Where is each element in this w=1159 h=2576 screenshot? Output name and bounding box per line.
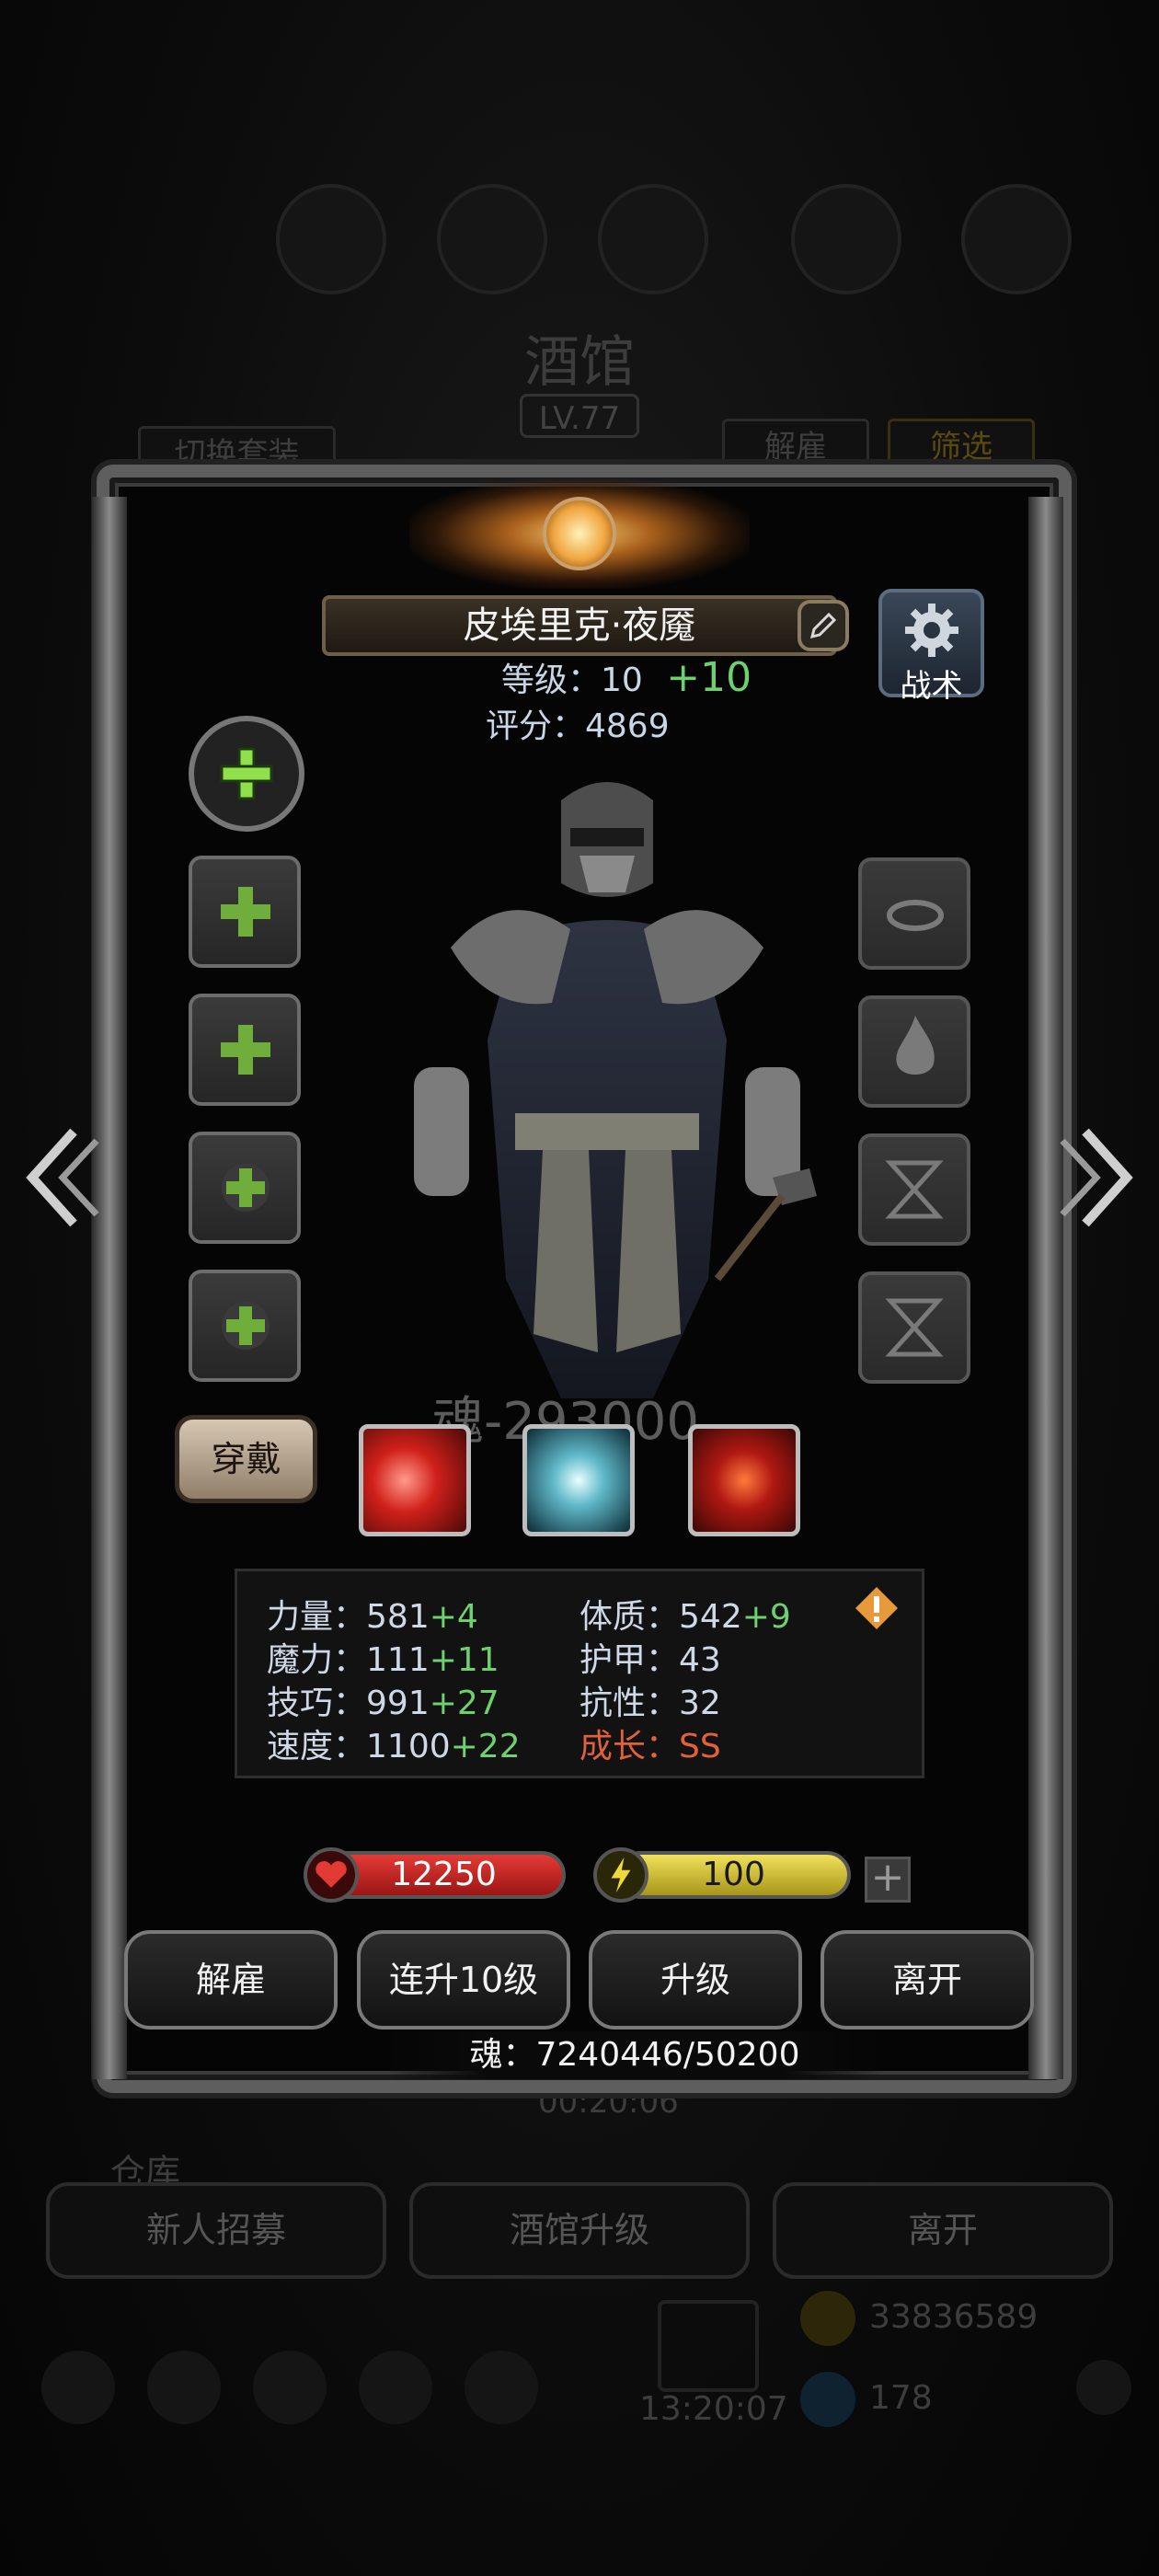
dismiss-button[interactable]: 解雇 xyxy=(124,1930,338,2030)
menu-icon xyxy=(791,184,901,294)
menu-icon xyxy=(598,184,708,294)
menu-icon xyxy=(961,184,1072,294)
skill-wave-icon[interactable] xyxy=(522,1424,635,1536)
add-energy-button[interactable]: + xyxy=(865,1857,911,1903)
hero-portrait xyxy=(414,782,817,1398)
left-frame-pillar xyxy=(92,497,127,2079)
energy-bar: 100 xyxy=(616,1851,851,1899)
hero-name: 皮埃里克·夜魇 xyxy=(322,595,837,656)
level-up-10-button[interactable]: 连升10级 xyxy=(357,1930,570,2030)
info-warning-icon[interactable] xyxy=(854,1585,900,1631)
bracelet-icon xyxy=(887,900,944,931)
tactics-label: 战术 xyxy=(900,668,963,705)
gift-icon xyxy=(658,2300,759,2392)
stat-strength: 力量：581+4 xyxy=(267,1598,478,1636)
plus-icon xyxy=(221,1025,270,1075)
right-frame-pillar xyxy=(1028,497,1063,2079)
stat-growth: 成长：SS xyxy=(580,1728,721,1765)
lightning-icon xyxy=(593,1847,648,1903)
next-hero-arrow-icon[interactable] xyxy=(1058,1122,1141,1233)
hourglass-icon xyxy=(885,1298,944,1357)
bottom-nav-icon xyxy=(465,2351,538,2424)
plus-icon xyxy=(220,747,273,800)
bottom-nav-icon xyxy=(41,2351,115,2424)
tavern-level: LV.77 xyxy=(520,394,639,438)
bottom-nav-icon xyxy=(1076,2360,1131,2415)
stat-resistance: 抗性：32 xyxy=(580,1685,721,1722)
plus-icon xyxy=(222,1164,270,1212)
plus-icon xyxy=(222,1302,270,1350)
hourglass-icon xyxy=(885,1160,944,1219)
tavern-upgrade-button: 酒馆升级 xyxy=(409,2182,750,2279)
bottom-nav-icon xyxy=(147,2351,221,2424)
skill-slash-icon[interactable] xyxy=(359,1424,471,1536)
heart-icon xyxy=(304,1847,359,1903)
wear-button[interactable]: 穿戴 xyxy=(175,1415,317,1503)
edit-name-icon[interactable] xyxy=(796,598,851,653)
leave-button[interactable]: 离开 xyxy=(820,1930,1034,2030)
gem-amount: 178 xyxy=(869,2379,933,2417)
bottom-nav-icon xyxy=(253,2351,327,2424)
hero-level-bonus: +10 xyxy=(666,654,752,701)
bg-leave-button: 离开 xyxy=(773,2182,1113,2279)
soul-total: 魂：7240446/50200 xyxy=(386,2031,883,2079)
menu-icon xyxy=(437,184,547,294)
previous-hero-arrow-icon[interactable] xyxy=(18,1122,101,1233)
gem-icon xyxy=(800,2372,855,2427)
bottom-nav-icon xyxy=(359,2351,432,2424)
stat-speed: 速度：1100+22 xyxy=(267,1728,521,1765)
level-up-button[interactable]: 升级 xyxy=(589,1930,802,2030)
gear-icon xyxy=(905,604,958,657)
stat-magic: 魔力：111+11 xyxy=(267,1641,499,1679)
recruit-button: 新人招募 xyxy=(46,2182,386,2279)
hero-level: 等级：10 xyxy=(501,661,643,699)
flame-icon xyxy=(896,1016,935,1075)
tavern-title: 酒馆 xyxy=(524,330,635,395)
menu-icon xyxy=(276,184,386,294)
gold-icon xyxy=(800,2291,855,2346)
stat-armor: 护甲：43 xyxy=(580,1641,721,1679)
skill-blade-icon[interactable] xyxy=(688,1424,800,1536)
clock: 13:20:07 xyxy=(639,2390,788,2428)
plus-icon xyxy=(221,887,270,937)
crest-emblem-icon xyxy=(543,497,616,570)
hero-score: 评分：4869 xyxy=(486,707,670,745)
stat-constitution: 体质：542+9 xyxy=(580,1598,791,1636)
gold-amount: 33836589 xyxy=(869,2298,1039,2336)
stat-skill: 技巧：991+27 xyxy=(267,1685,499,1722)
